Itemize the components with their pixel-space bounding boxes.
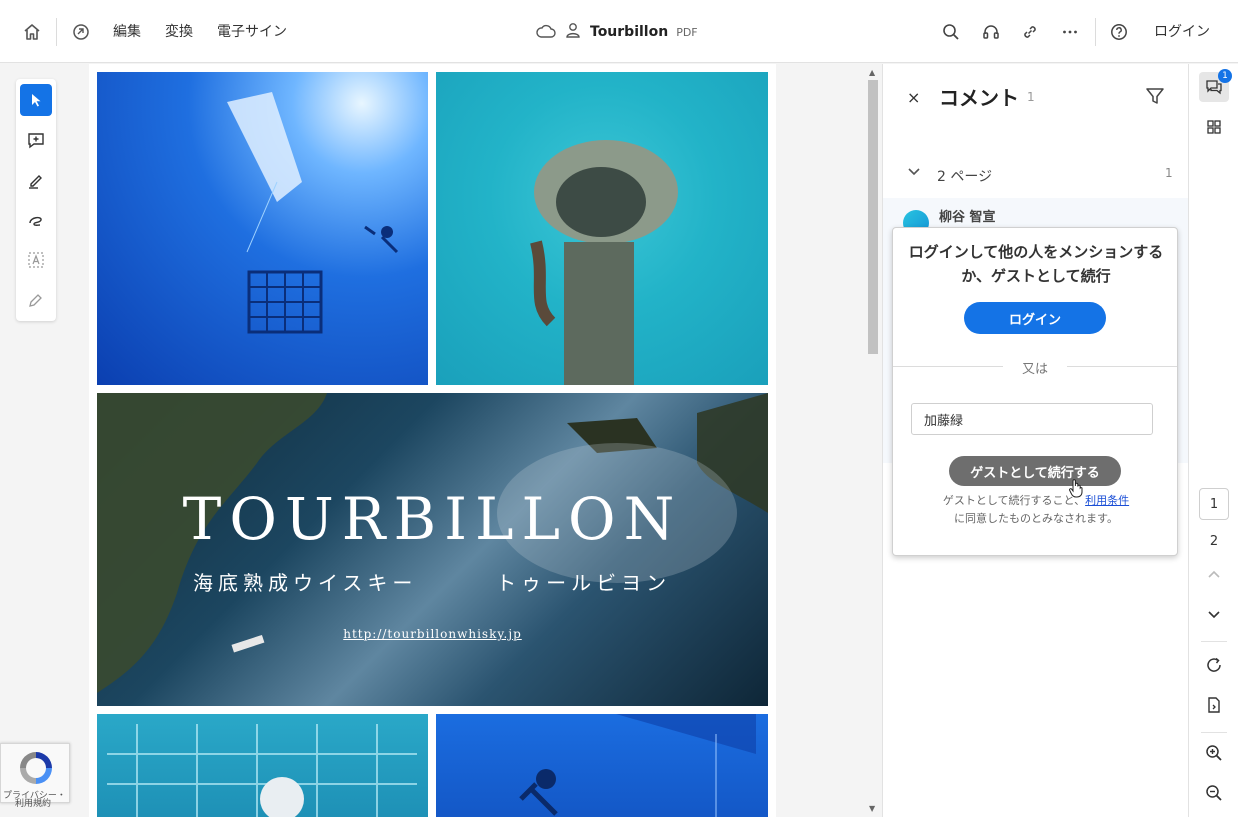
recaptcha-terms-link[interactable]: 利用規約: [15, 796, 51, 809]
recaptcha-badge[interactable]: プライバシー・ 利用規約: [0, 743, 70, 809]
panel-title: コメント: [939, 86, 1019, 110]
zoom-in-button[interactable]: [1199, 738, 1229, 768]
rotate-button[interactable]: [1199, 650, 1229, 680]
scroll-up-arrow-icon[interactable]: ▲: [869, 68, 875, 77]
continue-as-guest-button[interactable]: ゲストとして続行する: [949, 456, 1121, 486]
scrollbar-thumb[interactable]: [868, 80, 878, 354]
comment-plus-icon: [28, 133, 44, 149]
freehand-icon: [29, 216, 42, 226]
comment-author: 柳谷 智宣: [939, 210, 996, 225]
link-icon[interactable]: [1016, 18, 1044, 46]
menu-esign[interactable]: 電子サイン: [217, 21, 287, 41]
right-rail: 1 1 2: [1188, 64, 1238, 817]
divider: [56, 18, 57, 46]
add-comment-tool-button[interactable]: [20, 124, 52, 156]
underwater-statue-photo: [436, 72, 768, 385]
diver-cage-photo: [97, 714, 428, 817]
hero-subtitle-right: トゥールビヨン: [496, 571, 672, 595]
terms-suffix: に同意したものとみなされます。: [954, 512, 1118, 525]
divider: [1095, 18, 1096, 46]
login-or-guest-popover: ログインして他の人をメンションするか、ゲストとして続行 ログイン 又は ゲストと…: [892, 227, 1178, 556]
terms-notice: ゲストとして続行すること、利用条件 に同意したものとみなされます。: [903, 492, 1169, 528]
hero-subtitle-left: 海底熟成ウイスキー: [193, 571, 418, 595]
pdf-page: TOURBILLON 海底熟成ウイスキー トゥールビヨン http://tour…: [89, 64, 776, 817]
popover-login-button[interactable]: ログイン: [964, 302, 1106, 334]
document-type: PDF: [676, 25, 698, 39]
chevron-down-icon[interactable]: [907, 164, 921, 183]
popover-message: ログインして他の人をメンションするか、ゲストとして続行: [908, 243, 1164, 285]
zoom-in-icon: [1206, 745, 1222, 761]
document-properties-button[interactable]: [1199, 690, 1229, 720]
recaptcha-icon: [20, 752, 52, 784]
comment-count: 1: [1027, 90, 1035, 104]
divider: [1201, 732, 1227, 733]
page-2-link[interactable]: 2: [1199, 534, 1229, 549]
help-icon[interactable]: [1105, 18, 1133, 46]
comment-badge: 1: [1218, 69, 1232, 83]
more-options-icon[interactable]: [1056, 18, 1084, 46]
cloud-icon: [536, 23, 556, 42]
grid-icon: [1207, 120, 1221, 134]
guest-name-input[interactable]: [911, 403, 1153, 435]
highlight-tool-button[interactable]: [20, 164, 52, 196]
rotate-icon: [1207, 657, 1221, 672]
coastline-aerial-photo: TOURBILLON 海底熟成ウイスキー トゥールビヨン http://tour…: [97, 393, 768, 706]
highlighter-icon: [29, 175, 42, 189]
home-icon[interactable]: [18, 18, 46, 46]
top-bar: 編集 変換 電子サイン Tourbillon PDF ログイン: [0, 0, 1238, 63]
page-section-label: 2 ページ: [937, 169, 993, 185]
terms-link[interactable]: 利用条件: [1085, 494, 1129, 507]
pen-sign-icon: [29, 294, 42, 307]
text-box-tool-button[interactable]: [20, 244, 52, 276]
document-scrollbar[interactable]: ▲ ▼: [866, 64, 880, 817]
page-section-count: 1: [1165, 166, 1173, 180]
text-box-icon: [28, 252, 44, 268]
sign-tool-button[interactable]: [20, 284, 52, 316]
filter-icon[interactable]: [1145, 86, 1165, 110]
close-panel-icon[interactable]: ×: [907, 88, 920, 107]
draw-tool-button[interactable]: [20, 204, 52, 236]
terms-prefix: ゲストとして続行すること、: [942, 494, 1086, 507]
menu-convert[interactable]: 変換: [165, 21, 193, 41]
chevron-up-icon: [1208, 570, 1220, 578]
document-title: Tourbillon PDF: [536, 19, 698, 45]
diver-deep-photo: [436, 714, 768, 817]
hand-pointer-icon: [1068, 478, 1084, 502]
document-icon: [1208, 697, 1220, 713]
next-page-button[interactable]: [1199, 599, 1229, 629]
select-tool-button[interactable]: [20, 84, 52, 116]
chevron-down-icon: [1208, 611, 1220, 619]
page-section-header[interactable]: 2 ページ 1: [883, 160, 1189, 190]
menu-edit[interactable]: 編集: [113, 21, 141, 41]
previous-page-button[interactable]: [1199, 560, 1229, 590]
cursor-arrow-icon: [32, 94, 41, 107]
comments-panel-button[interactable]: 1: [1199, 69, 1232, 102]
hero-title: TOURBILLON: [182, 485, 683, 553]
search-icon[interactable]: [937, 18, 965, 46]
or-label: 又は: [1021, 362, 1048, 377]
zoom-out-icon: [1206, 785, 1222, 801]
tool-palette: [16, 79, 56, 321]
divider: [1201, 641, 1227, 642]
current-page-indicator[interactable]: 1: [1199, 488, 1229, 520]
document-name: Tourbillon: [590, 24, 669, 40]
hero-url-link[interactable]: http://tourbillonwhisky.jp: [97, 627, 768, 641]
read-aloud-icon[interactable]: [977, 18, 1005, 46]
login-button[interactable]: ログイン: [1154, 21, 1210, 41]
shared-user-icon: [564, 21, 582, 43]
hero-subtitle: 海底熟成ウイスキー トゥールビヨン: [193, 567, 671, 596]
zoom-out-button[interactable]: [1199, 778, 1229, 808]
thumbnails-button[interactable]: [1199, 112, 1229, 142]
scroll-down-arrow-icon[interactable]: ▼: [869, 804, 875, 813]
acrobat-tools-icon[interactable]: [67, 18, 95, 46]
underwater-boat-photo: [97, 72, 428, 385]
